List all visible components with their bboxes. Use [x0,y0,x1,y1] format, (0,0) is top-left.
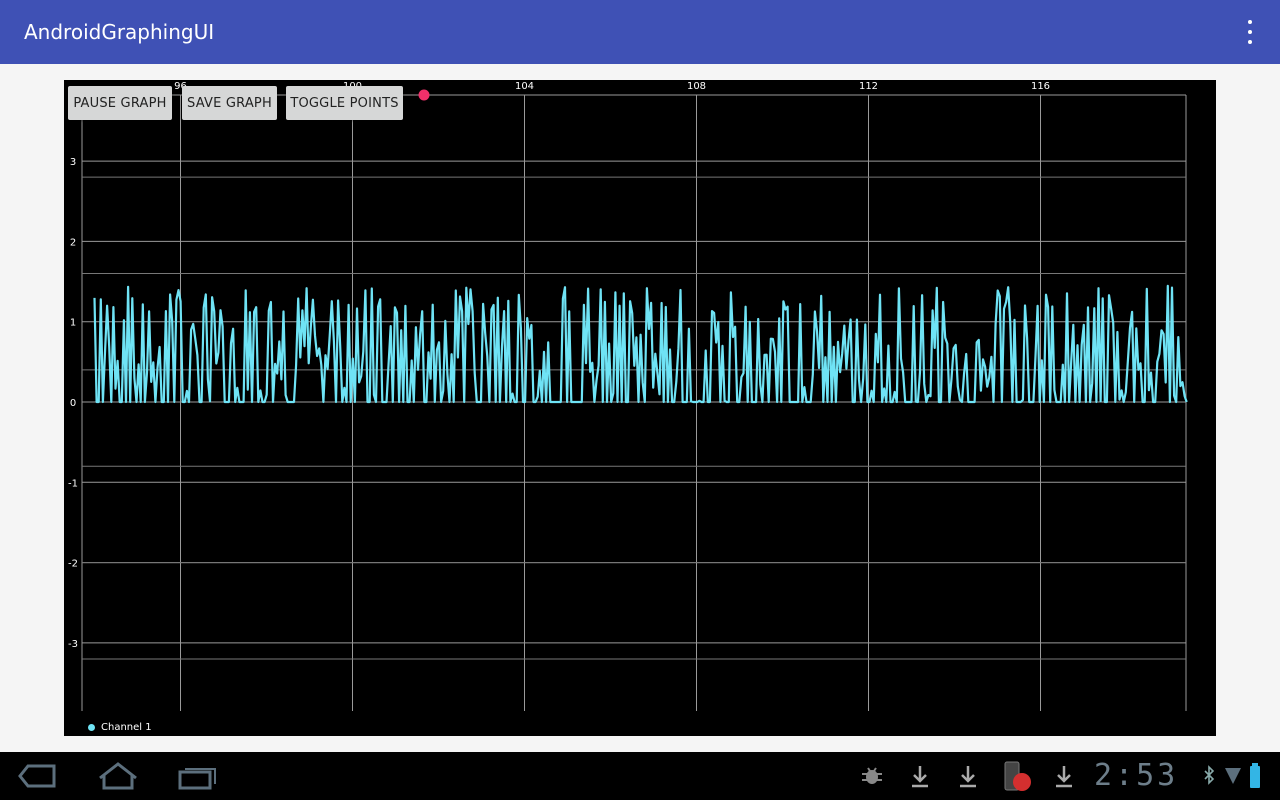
y-tick-label: 3 [70,157,76,168]
download-icon [1056,766,1072,788]
back-icon[interactable] [18,760,58,792]
battery-icon [1250,763,1260,788]
y-tick-label: 0 [70,398,76,409]
y-tick-label: 1 [70,318,76,329]
recent-apps-icon[interactable] [176,760,220,792]
x-tick-label: 112 [859,81,878,92]
legend-label: Channel 1 [101,722,152,733]
home-icon[interactable] [96,760,140,792]
legend: Channel 1 [88,722,152,733]
x-tick-label: 116 [1031,81,1050,92]
x-tick-label: 108 [687,81,706,92]
series-line-channel-1 [93,284,1188,404]
legend-marker [88,724,95,731]
pause-graph-button[interactable]: PAUSE GRAPH [68,86,172,120]
status-clock: 2:53 [1094,758,1179,793]
chart: 961001041081121163210-1-2-3 [68,81,1188,711]
graph-area[interactable]: 961001041081121163210-1-2-3 PAUSE GRAPH … [64,80,1216,736]
x-tick-label: 104 [515,81,534,92]
download-icon [912,766,928,788]
overflow-menu-icon[interactable] [1240,20,1260,44]
app-bar: AndroidGraphingUI [0,0,1280,64]
y-tick-label: -2 [68,559,78,570]
download-icon [960,766,976,788]
app-title: AndroidGraphingUI [24,20,215,44]
y-tick-label: 2 [70,237,76,248]
y-tick-label: -3 [68,639,78,650]
save-graph-button[interactable]: SAVE GRAPH [182,86,277,120]
debug-bug-icon [862,767,882,784]
bluetooth-icon [1204,765,1215,785]
usb-device-icon [1004,761,1031,791]
toggle-points-button[interactable]: TOGGLE POINTS [286,86,403,120]
y-tick-label: -1 [68,478,78,489]
system-navigation-bar [0,752,1280,800]
wifi-signal-icon [1225,768,1241,784]
indicator-dot [418,89,430,101]
